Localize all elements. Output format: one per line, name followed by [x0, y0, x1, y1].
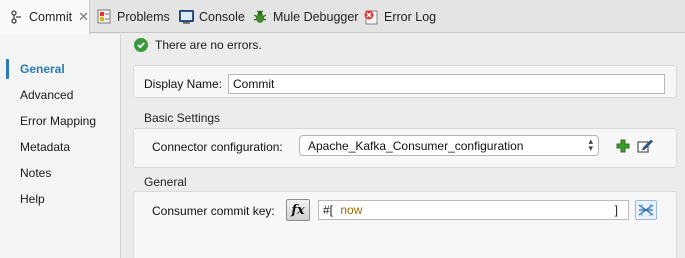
sidebar-item-general[interactable]: General — [20, 62, 65, 76]
datamapper-icon[interactable] — [635, 200, 657, 220]
connector-config-select[interactable]: Apache_Kafka_Consumer_configuration ▴ ▾ — [299, 135, 599, 156]
problems-icon — [96, 9, 112, 25]
editor-tab-bar: Commit ✕ Problems Console Mule Debugger … — [0, 0, 685, 34]
display-name-label: Display Name: — [144, 77, 223, 91]
check-circle-icon — [134, 38, 148, 52]
status-text: There are no errors. — [155, 38, 262, 52]
tab-error-log[interactable]: Error Log — [363, 0, 436, 33]
active-indicator — [6, 59, 9, 79]
connector-config-value: Apache_Kafka_Consumer_configuration — [308, 139, 524, 153]
properties-sidebar: General Advanced Error Mapping Metadata … — [0, 34, 121, 258]
close-icon[interactable]: ✕ — [78, 9, 89, 25]
tab-commit-label: Commit — [29, 10, 73, 24]
connector-config-label: Connector configuration: — [152, 140, 283, 154]
debugger-bug-icon — [252, 9, 268, 25]
tab-error-log-label: Error Log — [384, 9, 437, 24]
commit-key-label: Consumer commit key: — [152, 204, 275, 218]
properties-main: There are no errors. Display Name: Basic… — [122, 34, 685, 258]
tab-mule-debugger-label: Mule Debugger — [273, 9, 359, 24]
basic-settings-title: Basic Settings — [144, 111, 221, 125]
sidebar-item-advanced[interactable]: Advanced — [20, 88, 73, 102]
chevron-updown-icon: ▴ ▾ — [588, 136, 593, 153]
display-name-field[interactable] — [228, 74, 665, 94]
sidebar-item-error-mapping[interactable]: Error Mapping — [20, 114, 96, 128]
connector-icon — [9, 9, 24, 25]
tab-problems-label: Problems — [117, 9, 170, 24]
tab-problems[interactable]: Problems — [96, 0, 170, 33]
expr-suffix: ] — [614, 203, 618, 217]
add-config-icon[interactable] — [616, 139, 630, 153]
console-icon — [178, 9, 194, 25]
general-section-title: General — [144, 175, 187, 189]
sidebar-item-notes[interactable]: Notes — [20, 166, 51, 180]
tab-mule-debugger[interactable]: Mule Debugger — [252, 0, 358, 33]
sidebar-item-help[interactable]: Help — [20, 192, 45, 206]
tab-commit[interactable]: Commit ✕ — [0, 0, 90, 34]
sidebar-item-metadata[interactable]: Metadata — [20, 140, 70, 154]
tab-console[interactable]: Console — [178, 0, 245, 33]
expression-mode-button[interactable]: fx — [286, 199, 310, 221]
tab-console-label: Console — [199, 9, 245, 24]
commit-key-expression-field[interactable]: #[ now ] — [318, 200, 629, 220]
expr-keyword: now — [340, 203, 363, 217]
edit-config-icon[interactable] — [637, 138, 653, 154]
error-log-icon — [363, 9, 379, 25]
expr-prefix: #[ — [323, 203, 334, 217]
status-message: There are no errors. — [134, 38, 262, 52]
